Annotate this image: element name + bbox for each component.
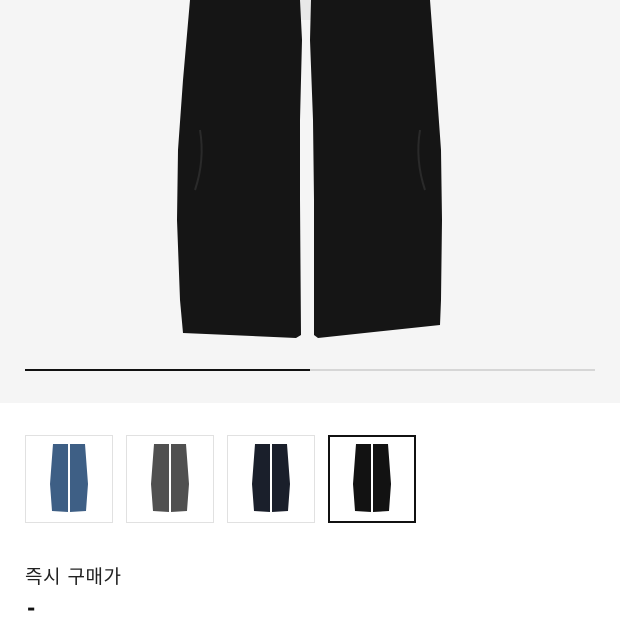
- black-jeans-thumbnail: [353, 444, 391, 512]
- product-detail-page: 즉시 구매가 -: [0, 0, 620, 620]
- thumbnail-blue-jeans[interactable]: [25, 435, 113, 523]
- instant-buy-price-value: -: [27, 596, 36, 620]
- navy-jeans-thumbnail: [252, 444, 290, 512]
- instant-buy-price-label: 즉시 구매가: [25, 566, 122, 588]
- black-wide-jeans-image: [177, 0, 442, 338]
- thumbnail-list: [25, 435, 416, 523]
- product-image-viewer[interactable]: [0, 0, 620, 403]
- right-leg: [310, 0, 442, 338]
- blue-jeans-thumbnail: [50, 444, 88, 512]
- carousel-progress-fill: [25, 369, 310, 371]
- gray-jeans-thumbnail: [151, 444, 189, 512]
- carousel-progress-track: [25, 369, 595, 371]
- left-leg: [177, 0, 302, 338]
- thumbnail-black-jeans[interactable]: [328, 435, 416, 523]
- thumbnail-gray-jeans[interactable]: [126, 435, 214, 523]
- thumbnail-navy-jeans[interactable]: [227, 435, 315, 523]
